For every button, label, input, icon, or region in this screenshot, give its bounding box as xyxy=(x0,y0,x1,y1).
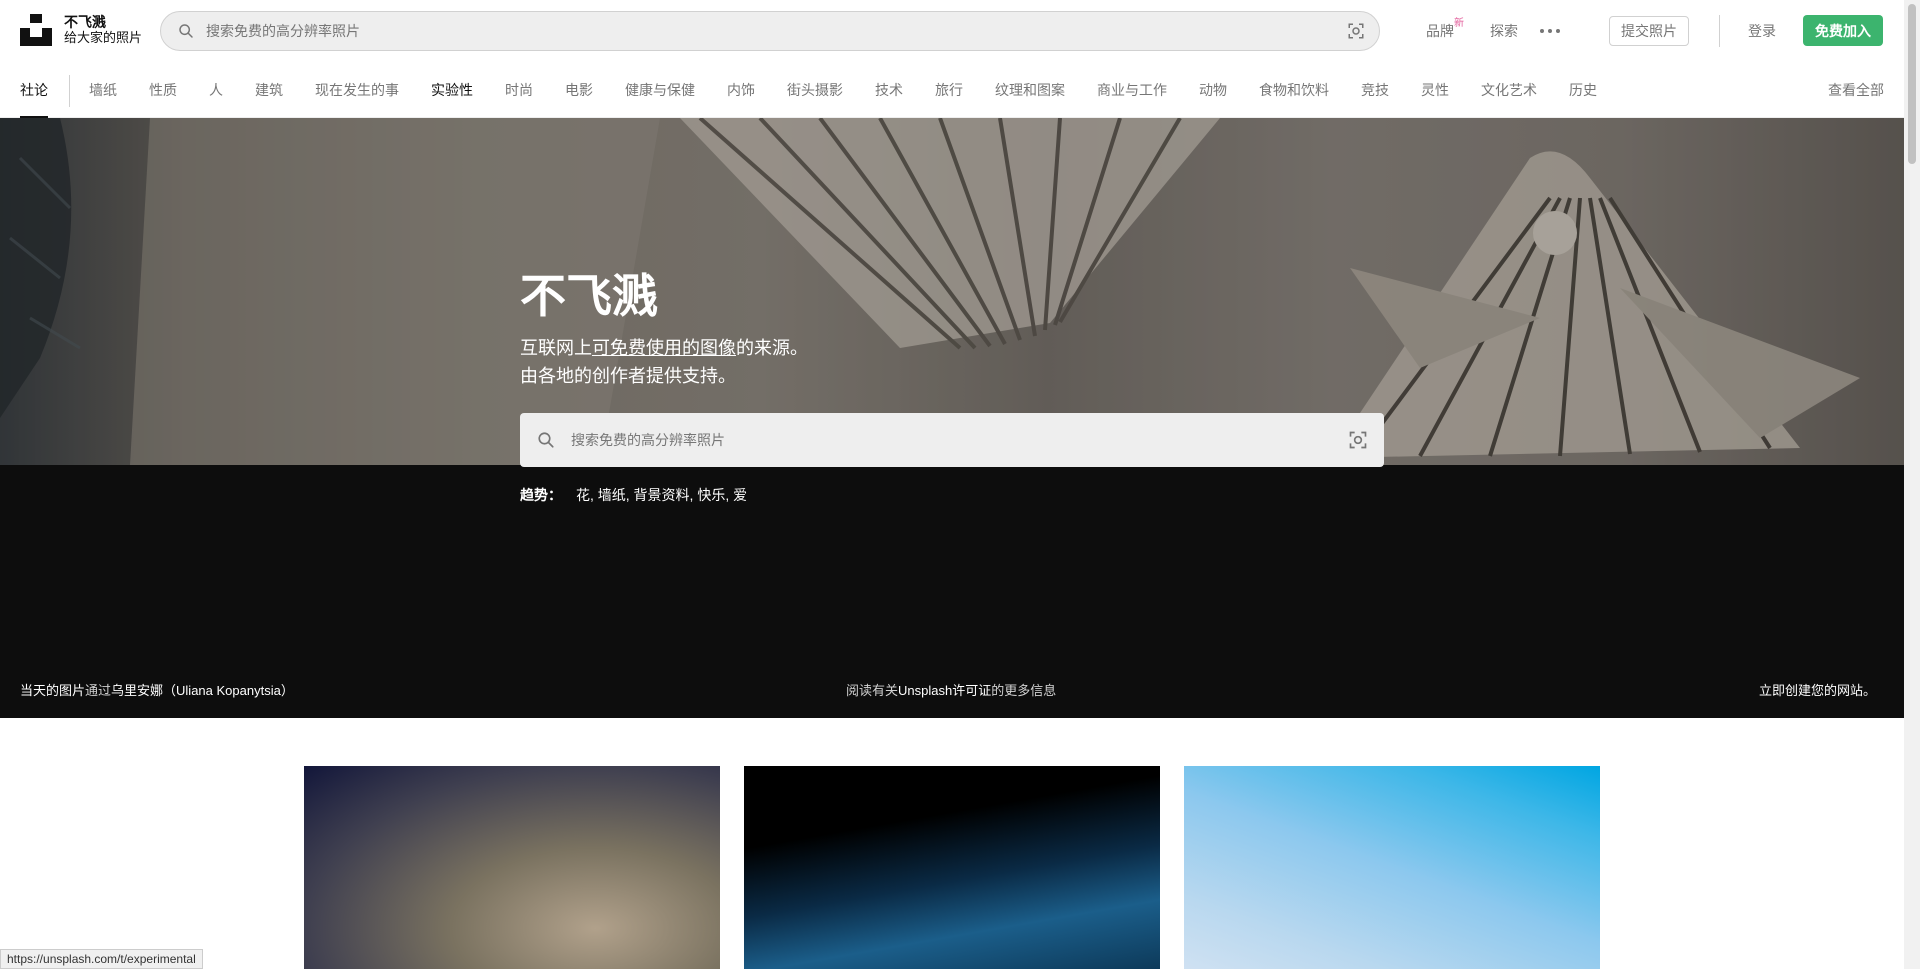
credit-via: 通过 xyxy=(85,683,112,698)
visual-search-icon[interactable] xyxy=(1347,22,1365,40)
trending-label: 趋势： xyxy=(520,487,562,503)
view-all-link[interactable]: 查看全部 xyxy=(1828,62,1884,118)
photo-card[interactable] xyxy=(744,766,1160,969)
license-post: 的更多信息 xyxy=(991,683,1057,698)
tab-business-work[interactable]: 商业与工作 xyxy=(1097,62,1167,118)
license-link[interactable]: Unsplash许可证 xyxy=(898,683,991,698)
photo-of-day-credit: 当天的图片通过乌里安娜（Uliana Kopanytsia） xyxy=(20,680,294,699)
hero-subtitle-pre: 互联网上 xyxy=(520,338,592,358)
tab-athletics[interactable]: 竞技 xyxy=(1361,62,1389,118)
tab-animals[interactable]: 动物 xyxy=(1199,62,1227,118)
tab-current-events[interactable]: 现在发生的事 xyxy=(315,62,399,118)
photo-card[interactable] xyxy=(1184,766,1600,969)
brand-tagline: 给大家的照片 xyxy=(64,30,143,45)
trending-row: 趋势： 花, 墙纸, 背景资料, 快乐, 爱 xyxy=(520,485,747,505)
trending-items[interactable]: 花, 墙纸, 背景资料, 快乐, 爱 xyxy=(576,485,747,505)
free-images-link[interactable]: 可免费使用的图像 xyxy=(592,338,736,358)
scrollbar-thumb[interactable] xyxy=(1908,4,1916,164)
join-free-button[interactable]: 免费加入 xyxy=(1803,15,1883,46)
tab-experimental[interactable]: 实验性 xyxy=(431,62,473,118)
tab-arts-culture[interactable]: 文化艺术 xyxy=(1481,62,1537,118)
tab-people[interactable]: 人 xyxy=(209,62,223,118)
status-bar-url: https://unsplash.com/t/experimental xyxy=(0,949,203,969)
hero-subtitle-line1: 互联网上可免费使用的图像的来源。 xyxy=(520,334,808,362)
tab-street-photography[interactable]: 街头摄影 xyxy=(787,62,843,118)
submit-photo-button[interactable]: 提交照片 xyxy=(1609,16,1689,46)
tab-technology[interactable]: 技术 xyxy=(875,62,903,118)
license-info: 阅读有关Unsplash许可证的更多信息 xyxy=(846,680,1056,699)
brand-name: 不飞溅 xyxy=(64,14,106,30)
hero-subtitle-post: 的来源。 xyxy=(736,338,808,358)
brand[interactable]: 不飞溅 给大家的照片 xyxy=(64,14,142,46)
tab-nature[interactable]: 性质 xyxy=(149,62,177,118)
create-website-link[interactable]: 立即创建您的网站。 xyxy=(1759,680,1876,699)
photo-of-day-label[interactable]: 当天的图片 xyxy=(20,683,85,698)
nav-brands-label: 品牌 xyxy=(1426,23,1454,39)
category-nav: 社论 墙纸 性质 人 建筑 现在发生的事 实验性 时尚 电影 健康与保健 内饰 … xyxy=(0,62,1904,118)
tab-film[interactable]: 电影 xyxy=(565,62,593,118)
nav-brands[interactable]: 品牌 新 xyxy=(1426,0,1464,62)
nav-explore-label: 探索 xyxy=(1490,23,1518,39)
tab-health-wellness[interactable]: 健康与保健 xyxy=(625,62,695,118)
tab-textures-patterns[interactable]: 纹理和图案 xyxy=(995,62,1065,118)
photo-card[interactable] xyxy=(304,766,720,969)
license-pre: 阅读有关 xyxy=(846,683,899,698)
unsplash-logo[interactable] xyxy=(20,14,52,46)
search-icon[interactable] xyxy=(537,431,555,449)
header-divider xyxy=(1719,15,1720,47)
tab-spirituality[interactable]: 灵性 xyxy=(1421,62,1449,118)
login-link[interactable]: 登录 xyxy=(1748,0,1776,62)
tab-food-drink[interactable]: 食物和饮料 xyxy=(1259,62,1329,118)
top-header: 不飞溅 给大家的照片 品牌 新 探索 提交照片 登录 免费加入 xyxy=(0,0,1904,62)
hero-search-input[interactable] xyxy=(569,431,1348,449)
page-scrollbar[interactable] xyxy=(1904,0,1920,969)
hero-title: 不飞溅 xyxy=(520,270,658,322)
tab-fashion[interactable]: 时尚 xyxy=(505,62,533,118)
top-search-bar[interactable] xyxy=(160,11,1380,51)
new-badge: 新 xyxy=(1454,18,1464,29)
tab-interiors[interactable]: 内饰 xyxy=(727,62,755,118)
visual-search-icon[interactable] xyxy=(1348,430,1368,450)
tab-history[interactable]: 历史 xyxy=(1569,62,1597,118)
more-dots-icon[interactable] xyxy=(1540,0,1560,62)
photographer-link[interactable]: 乌里安娜（Uliana Kopanytsia） xyxy=(111,683,294,698)
hero-subtitle-line2: 由各地的创作者提供支持。 xyxy=(520,366,736,386)
tab-wallpapers[interactable]: 墙纸 xyxy=(89,62,117,118)
hero-search-bar[interactable] xyxy=(520,413,1384,467)
tab-travel[interactable]: 旅行 xyxy=(935,62,963,118)
tab-architecture[interactable]: 建筑 xyxy=(255,62,283,118)
search-icon[interactable] xyxy=(178,23,194,39)
nav-explore[interactable]: 探索 xyxy=(1490,0,1518,62)
category-divider xyxy=(69,75,70,107)
tab-editorial[interactable]: 社论 xyxy=(20,62,48,118)
hero-section: 不飞溅 互联网上可免费使用的图像的来源。 由各地的创作者提供支持。 趋势： 花,… xyxy=(0,118,1904,718)
top-search-input[interactable] xyxy=(204,22,1347,40)
hero-subtitle: 互联网上可免费使用的图像的来源。 由各地的创作者提供支持。 xyxy=(520,334,808,390)
